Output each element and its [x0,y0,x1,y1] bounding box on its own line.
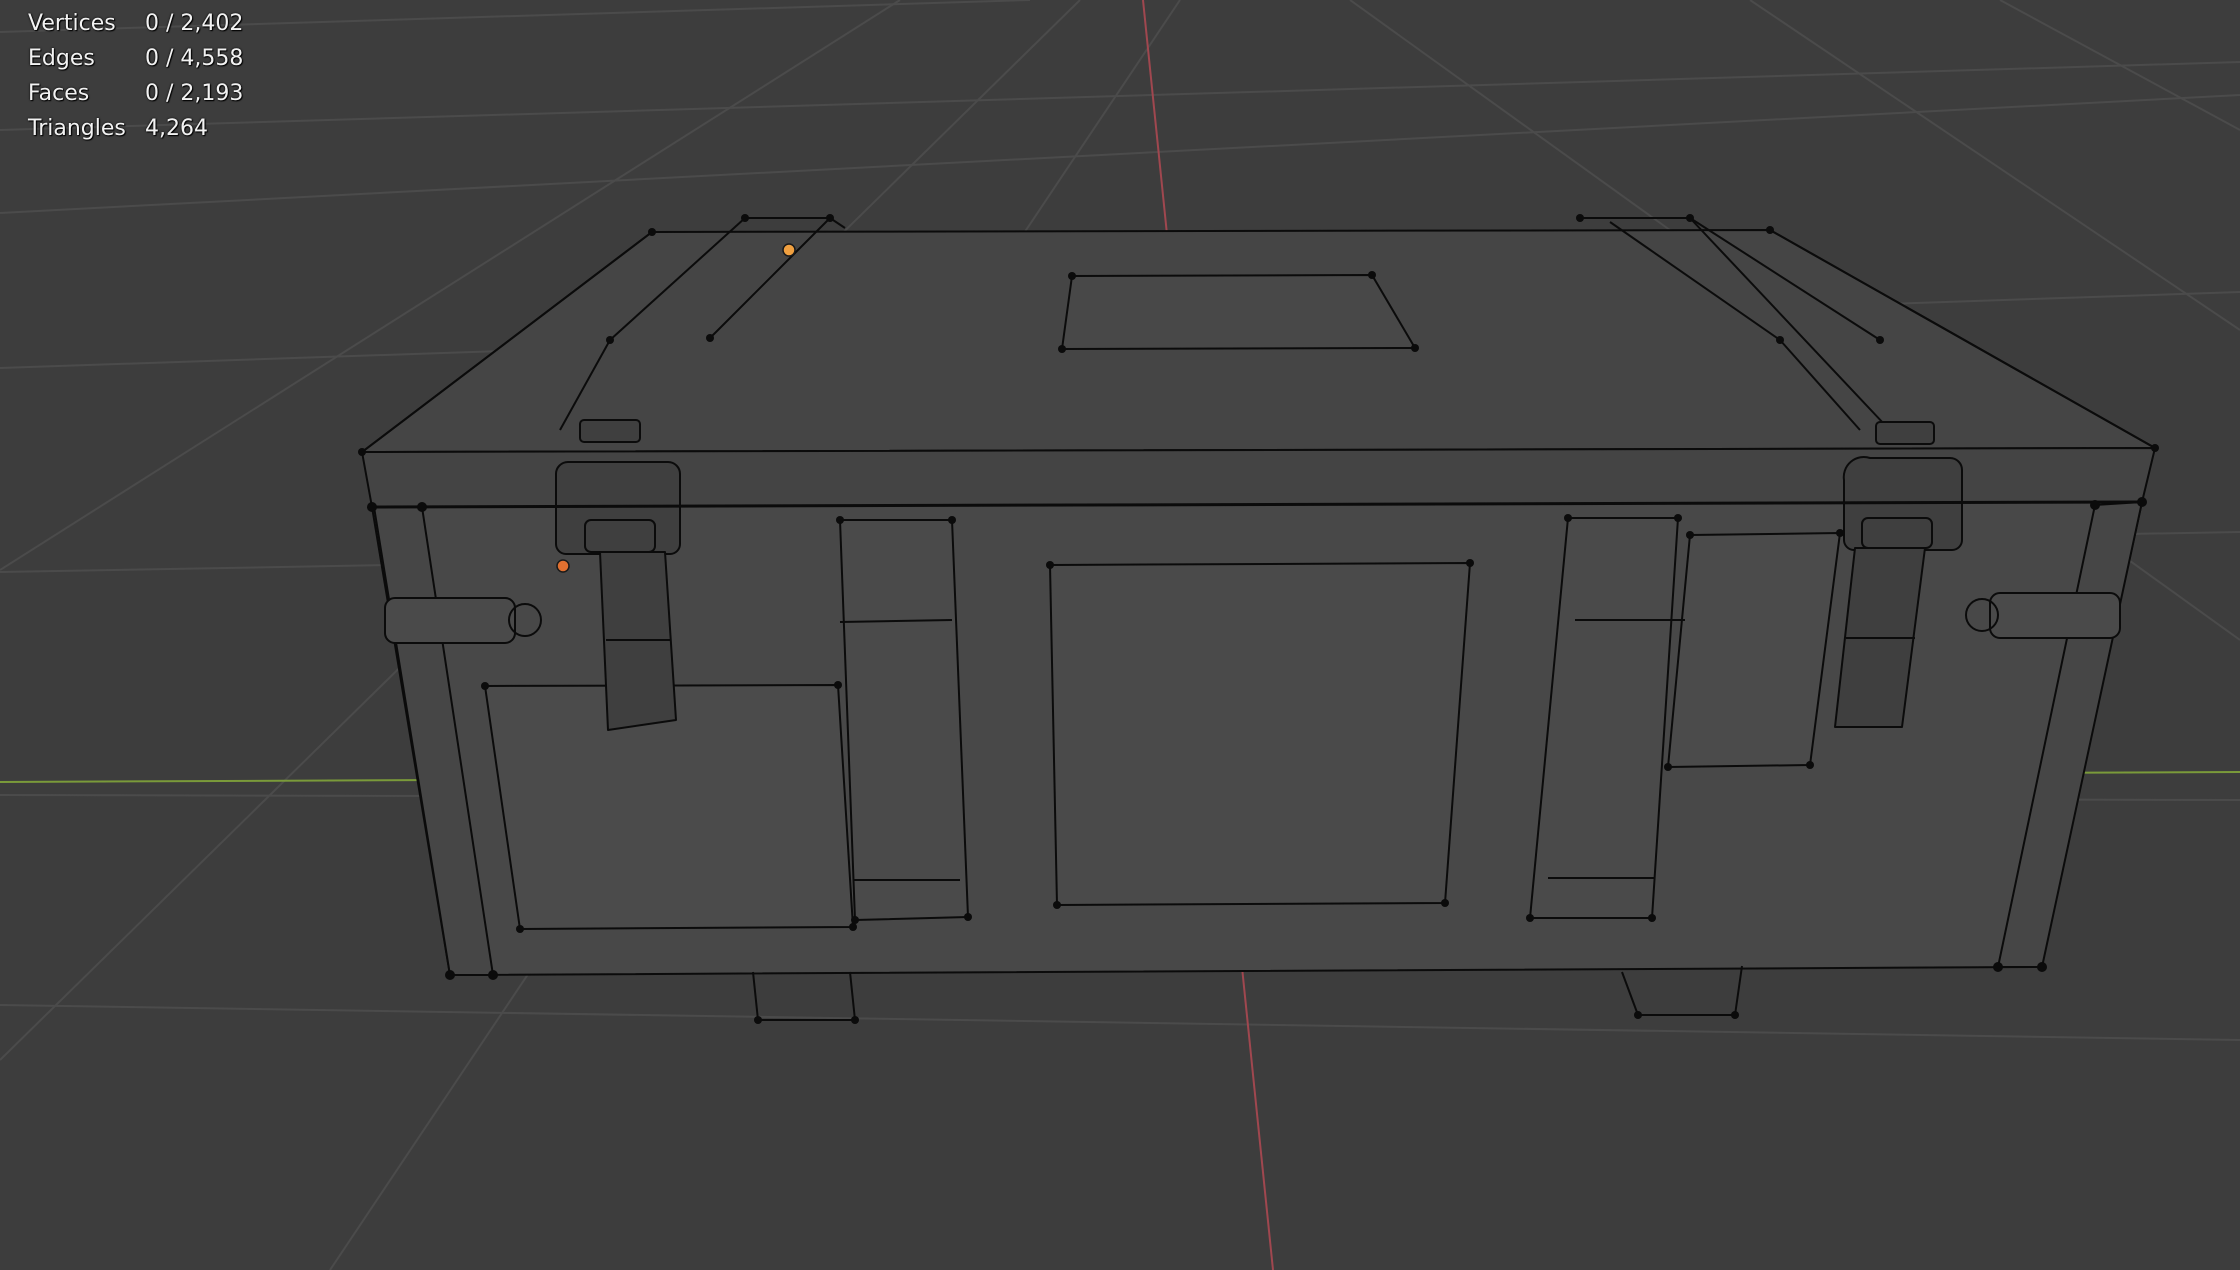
left-rib [839,519,969,921]
mesh-statistics-overlay: Vertices 0 / 2,402 Edges 0 / 4,558 Faces… [28,6,243,146]
left-side-handle [384,597,516,644]
front-right-panel [1667,532,1841,768]
3d-viewport[interactable]: Vertices 0 / 2,402 Edges 0 / 4,558 Faces… [0,0,2240,1270]
right-foot [1621,965,1743,1016]
left-foot [752,971,856,1021]
selected-vertex[interactable] [556,559,570,573]
crate-mesh[interactable] [361,217,2156,1021]
viewport-canvas[interactable] [0,0,2240,1270]
lid-label-panel [1061,274,1416,350]
stat-row-vertices: Vertices 0 / 2,402 [28,6,243,41]
stat-value: 4,264 [145,116,208,141]
stat-label: Faces [28,81,90,106]
active-vertex[interactable] [782,243,796,257]
stat-value: 0 / 2,193 [145,81,244,106]
stat-row-faces: Faces 0 / 2,193 [28,76,243,111]
stat-row-edges: Edges 0 / 4,558 [28,41,243,76]
stat-value: 0 / 4,558 [145,46,244,71]
stat-label: Triangles [28,116,126,141]
right-side-handle [1989,592,2121,639]
stat-label: Vertices [28,11,116,36]
stat-row-triangles: Triangles 4,264 [28,111,243,146]
stat-label: Edges [28,46,95,71]
stat-value: 0 / 2,402 [145,11,244,36]
front-center-panel [1049,562,1471,906]
